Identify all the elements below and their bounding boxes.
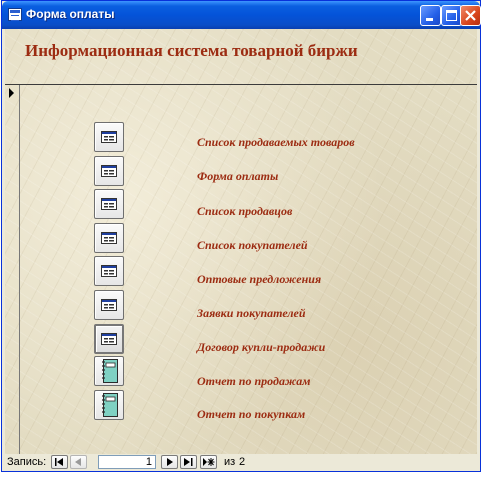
maximize-button[interactable] [441, 5, 462, 26]
close-button[interactable] [460, 5, 481, 26]
next-record-icon [167, 458, 173, 466]
record-total-count: 2 [239, 456, 246, 468]
form-icon [101, 299, 117, 311]
report-icon [102, 359, 118, 383]
open-report-button-1[interactable] [94, 356, 124, 386]
open-form-button-5[interactable] [94, 256, 124, 286]
menu-item-label-7: Договор купли-продажи [197, 340, 326, 354]
previous-record-icon [75, 458, 81, 466]
open-form-button-6[interactable] [94, 290, 124, 320]
current-record-arrow-icon [9, 88, 14, 98]
new-record-icon [203, 458, 215, 466]
minimize-icon [426, 18, 433, 21]
window-title: Форма оплаты [26, 7, 115, 21]
form-icon [101, 165, 117, 177]
menu-item-label-2: Форма оплаты [197, 169, 279, 183]
form-heading: Информационная система товарной биржи [25, 41, 358, 60]
minimize-button[interactable] [420, 5, 441, 26]
form-icon [101, 131, 117, 143]
open-report-button-2[interactable] [94, 390, 124, 420]
open-form-button-7[interactable] [94, 324, 124, 354]
close-icon [465, 10, 476, 21]
record-selector[interactable] [5, 85, 20, 454]
report-icon [102, 393, 118, 417]
title-bar[interactable]: Форма оплаты [2, 1, 481, 29]
first-record-icon [55, 458, 63, 466]
menu-item-label-6: Заявки покупателей [197, 306, 306, 320]
menu-item-label-5: Оптовые предложения [197, 272, 322, 286]
form-icon [101, 198, 117, 210]
maximize-icon [446, 10, 457, 21]
open-form-button-4[interactable] [94, 223, 124, 253]
form-icon [101, 265, 117, 277]
open-form-button-2[interactable] [94, 156, 124, 186]
last-record-button[interactable] [180, 455, 197, 469]
form-body: Информационная система товарной биржи Сп… [5, 29, 477, 454]
form-header: Информационная система товарной биржи [5, 29, 477, 85]
open-form-button-3[interactable] [94, 189, 124, 219]
menu-item-label-1: Список продаваемых товаров [197, 135, 355, 149]
form-window: Форма оплаты Информационная система това… [1, 0, 481, 472]
record-navigation-bar: Запись: 1 из 2 [5, 454, 477, 470]
first-record-button[interactable] [51, 455, 68, 469]
menu-item-label-8: Отчет по продажам [197, 374, 311, 388]
record-label: Запись: [7, 456, 47, 468]
previous-record-button[interactable] [70, 455, 87, 469]
form-icon [101, 232, 117, 244]
next-record-button[interactable] [161, 455, 178, 469]
form-window-icon[interactable] [8, 8, 22, 21]
last-record-icon [184, 458, 193, 466]
new-record-button[interactable] [200, 455, 217, 469]
menu-item-label-9: Отчет по покупкам [197, 407, 306, 421]
record-number-input[interactable]: 1 [98, 455, 156, 469]
form-icon [101, 333, 117, 345]
menu-item-label-4: Список покупателей [197, 238, 308, 252]
open-form-button-1[interactable] [94, 122, 124, 152]
record-of-label: из [224, 456, 236, 468]
menu-item-label-3: Список продавцов [197, 204, 293, 218]
